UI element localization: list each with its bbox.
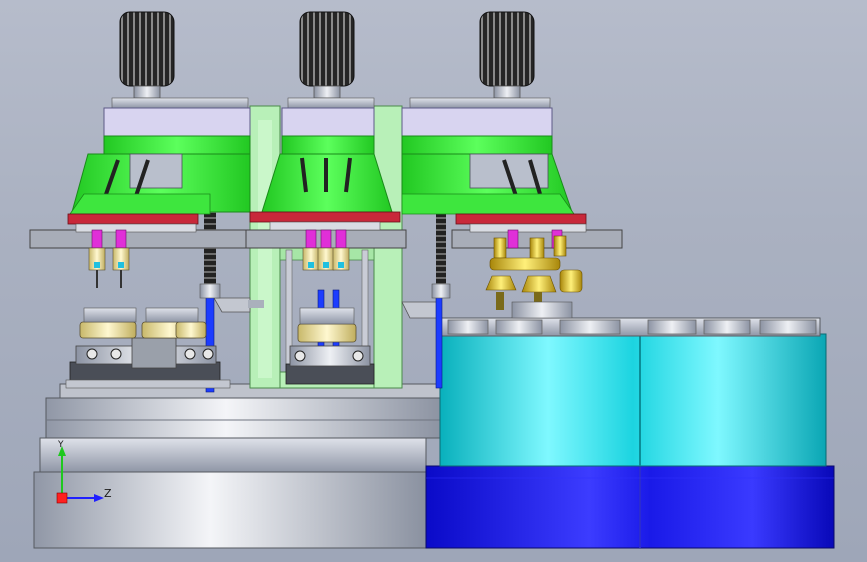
blue-base-block <box>425 465 835 549</box>
spindle-head-1 <box>29 11 251 288</box>
axis-y-label: Y <box>58 440 64 450</box>
machine-base <box>33 383 447 549</box>
axis-z-label: Z <box>104 487 112 500</box>
fixture-center <box>285 307 375 385</box>
cad-scene <box>29 11 835 549</box>
cyan-rotary-table <box>439 317 827 467</box>
fixture-left <box>65 307 231 389</box>
spindle-head-3 <box>401 11 623 249</box>
